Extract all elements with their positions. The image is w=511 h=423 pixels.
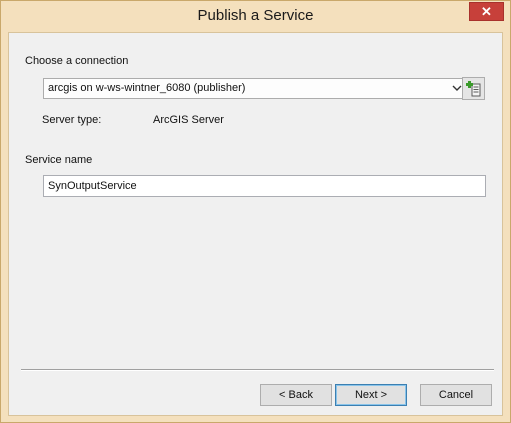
connection-selected-value: arcgis on w-ws-wintner_6080 (publisher)	[48, 82, 246, 94]
service-name-label: Service name	[25, 154, 93, 166]
add-connection-icon	[466, 81, 481, 97]
dialog-content: Choose a connection arcgis on w-ws-wintn…	[8, 32, 503, 416]
close-button[interactable]: ✕	[469, 2, 504, 21]
next-button[interactable]: Next >	[335, 384, 407, 406]
service-name-input[interactable]	[44, 176, 485, 196]
choose-connection-label: Choose a connection	[25, 55, 129, 67]
back-button[interactable]: < Back	[260, 384, 332, 406]
cancel-button[interactable]: Cancel	[420, 384, 492, 406]
chevron-down-icon	[452, 85, 462, 91]
dialog-title: Publish a Service	[197, 7, 314, 24]
service-name-field[interactable]	[43, 175, 486, 197]
close-icon: ✕	[481, 3, 492, 19]
server-type-value: ArcGIS Server	[153, 114, 224, 126]
add-server-connection-button[interactable]	[462, 77, 485, 100]
title-bar[interactable]: Publish a Service ✕	[1, 1, 510, 32]
separator-highlight	[21, 370, 494, 371]
connection-dropdown[interactable]: arcgis on w-ws-wintner_6080 (publisher)	[43, 78, 467, 99]
server-type-label: Server type:	[42, 114, 102, 126]
publish-service-dialog: Publish a Service ✕ Choose a connection …	[0, 0, 511, 423]
